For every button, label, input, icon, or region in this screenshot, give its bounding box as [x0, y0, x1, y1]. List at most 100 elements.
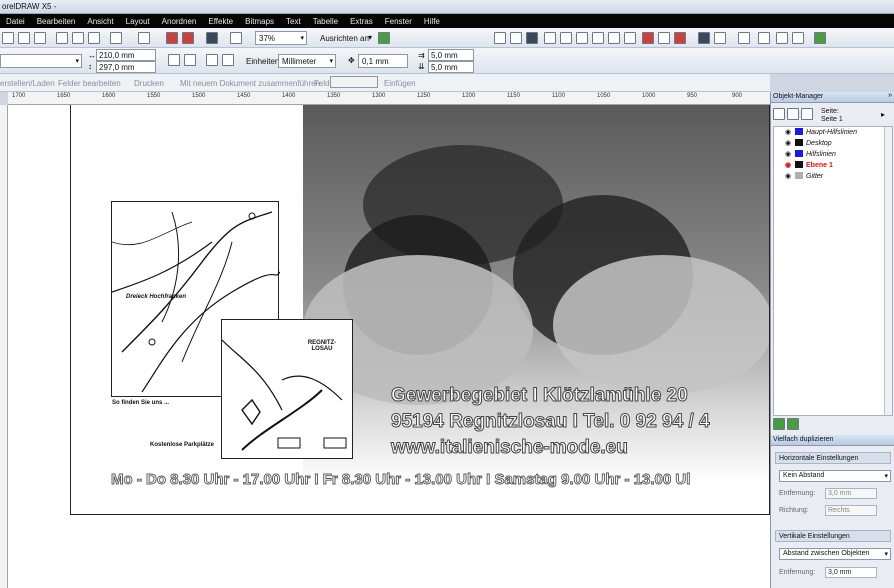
v-distance-input[interactable]: 3,0 mm — [825, 567, 877, 578]
menu-item-tabelle[interactable]: Tabelle — [307, 17, 344, 26]
import-icon[interactable] — [166, 32, 178, 44]
menu-item-extras[interactable]: Extras — [344, 17, 379, 26]
page-width-input[interactable]: 210,0 mm — [96, 49, 156, 61]
layer-item-desktop[interactable]: ◉ Desktop — [785, 139, 832, 150]
page-height-value: 297,0 mm — [99, 63, 135, 72]
combine-icon[interactable] — [642, 32, 654, 44]
page-size-select[interactable]: ▾ — [0, 54, 82, 68]
trim-icon[interactable] — [526, 32, 538, 44]
layer-item-guides[interactable]: ◉ Hilfslinien — [785, 150, 836, 161]
save-icon[interactable] — [18, 32, 30, 44]
cut-icon[interactable] — [56, 32, 68, 44]
menu-item-bitmaps[interactable]: Bitmaps — [239, 17, 280, 26]
add-object-icon[interactable] — [773, 418, 785, 430]
new-layer-icon[interactable] — [773, 108, 785, 120]
layer-tree-scrollbar[interactable] — [884, 127, 892, 415]
horizontal-mode-select[interactable]: Kein Abstand ▾ — [779, 470, 891, 482]
layer-manager-icon[interactable] — [787, 108, 799, 120]
intersect-icon[interactable] — [544, 32, 556, 44]
convert-icon[interactable] — [738, 32, 750, 44]
menu-item-fenster[interactable]: Fenster — [379, 17, 418, 26]
menu-item-hilfe[interactable]: Hilfe — [418, 17, 446, 26]
front-minus-back-icon[interactable] — [576, 32, 588, 44]
landscape-icon[interactable] — [184, 54, 196, 66]
delete-object-icon[interactable] — [787, 418, 799, 430]
ruler-tick-label: 1050 — [597, 93, 611, 99]
create-load-button[interactable]: erstellen/Laden — [0, 79, 55, 88]
spell-check-icon[interactable] — [714, 32, 726, 44]
copy-icon[interactable] — [72, 32, 84, 44]
application-launcher-icon[interactable] — [206, 32, 218, 44]
ruler-tick-label: 1250 — [417, 93, 431, 99]
h-distance-input[interactable]: 3,0 mm — [825, 488, 877, 499]
ruler-tick-label: 1700 — [12, 93, 26, 99]
weld-icon[interactable] — [510, 32, 522, 44]
eye-icon[interactable]: ◉ — [785, 128, 793, 136]
layer-item-master-guides[interactable]: ◉ Haupt-Hilfslinien — [785, 128, 857, 139]
insert-button[interactable]: Einfügen — [384, 79, 416, 88]
transform-icon[interactable] — [758, 32, 770, 44]
menu-item-datei[interactable]: Datei — [0, 17, 31, 26]
duplicate-y-input[interactable]: 5,0 mm — [428, 61, 474, 73]
shaping-icon[interactable] — [494, 32, 506, 44]
page-height-input[interactable]: 297,0 mm — [96, 61, 156, 73]
h-direction-select[interactable]: Rechts — [825, 505, 877, 516]
all-pages-icon[interactable] — [206, 54, 218, 66]
eye-icon[interactable]: ◉ — [785, 139, 793, 147]
menu-item-effekte[interactable]: Effekte — [202, 17, 239, 26]
layer-item-grid[interactable]: ◉ Gitter — [785, 172, 823, 183]
eye-icon[interactable]: ◉ — [785, 161, 793, 169]
page-forward-icon[interactable]: ▸ — [881, 110, 885, 119]
vertical-settings-header[interactable]: Vertikale Einstellungen — [775, 530, 891, 542]
menu-item-text[interactable]: Text — [280, 17, 307, 26]
website-text[interactable]: www.italienische-mode.eu — [391, 437, 629, 459]
detail-map[interactable]: REGNITZ-LOSAU Kostenlose Parkplätze — [150, 319, 353, 459]
horizontal-settings-header[interactable]: Horizontale Einstellungen — [775, 452, 891, 464]
new-document-icon[interactable] — [2, 32, 14, 44]
duplicate-x-input[interactable]: 5,0 mm — [428, 49, 474, 61]
layer-item-layer-1[interactable]: ◉ Ebene 1 — [785, 161, 833, 172]
edit-fields-button[interactable]: Felder bearbeiten — [58, 79, 121, 88]
drawing-canvas[interactable]: Dreieck Hochfranken So finden Sie uns ..… — [8, 105, 770, 588]
show-properties-icon[interactable] — [801, 108, 813, 120]
address-line-1[interactable]: Gewerbegebiet I Klötzlamühle 20 — [391, 385, 689, 407]
info-icon[interactable] — [814, 32, 826, 44]
break-apart-icon[interactable] — [658, 32, 670, 44]
menu-item-layout[interactable]: Layout — [120, 17, 156, 26]
portrait-icon[interactable] — [168, 54, 180, 66]
eye-icon[interactable]: ◉ — [785, 172, 793, 180]
back-minus-front-icon[interactable] — [592, 32, 604, 44]
welcome-screen-icon[interactable] — [230, 32, 242, 44]
export-icon[interactable] — [182, 32, 194, 44]
undo-icon[interactable] — [110, 32, 122, 44]
fill-tool-icon[interactable] — [792, 32, 804, 44]
align-icon[interactable] — [608, 32, 620, 44]
options-icon[interactable] — [378, 32, 390, 44]
zoom-select[interactable]: 37% ▾ — [255, 31, 307, 45]
print-icon[interactable] — [34, 32, 46, 44]
nudge-input[interactable]: 0,1 mm — [358, 54, 408, 68]
vertical-mode-select[interactable]: Abstand zwischen Objekten ▾ — [779, 548, 891, 560]
menu-item-anordnen[interactable]: Anordnen — [156, 17, 203, 26]
opening-hours-text[interactable]: Mo - Do 8.30 Uhr - 17.00 Uhr I Fr 8.30 U… — [111, 471, 691, 489]
group-icon[interactable] — [674, 32, 686, 44]
collapse-icon[interactable]: » — [888, 92, 892, 99]
snap-to-dropdown[interactable]: Ausrichten an — [320, 34, 369, 43]
menu-item-ansicht[interactable]: Ansicht — [81, 17, 119, 26]
redo-icon[interactable] — [138, 32, 150, 44]
current-page-icon[interactable] — [222, 54, 234, 66]
simplify-icon[interactable] — [560, 32, 572, 44]
merge-new-document-button[interactable]: Mit neuem Dokument zusammenführen — [180, 79, 320, 88]
layer-color-swatch — [795, 172, 803, 179]
ruler-tick-label: 1000 — [642, 93, 656, 99]
paste-icon[interactable] — [88, 32, 100, 44]
address-line-2[interactable]: 95194 Regnitzlosau I Tel. 0 92 94 / 4 — [391, 411, 711, 433]
eye-icon[interactable]: ◉ — [785, 150, 793, 158]
field-select[interactable] — [330, 76, 378, 88]
print-button[interactable]: Drucken — [134, 79, 164, 88]
text-properties-icon[interactable] — [698, 32, 710, 44]
distribute-icon[interactable] — [624, 32, 636, 44]
menu-item-bearbeiten[interactable]: Bearbeiten — [31, 17, 82, 26]
units-select[interactable]: Millimeter ▾ — [278, 54, 336, 68]
arrow-tool-icon[interactable] — [776, 32, 788, 44]
